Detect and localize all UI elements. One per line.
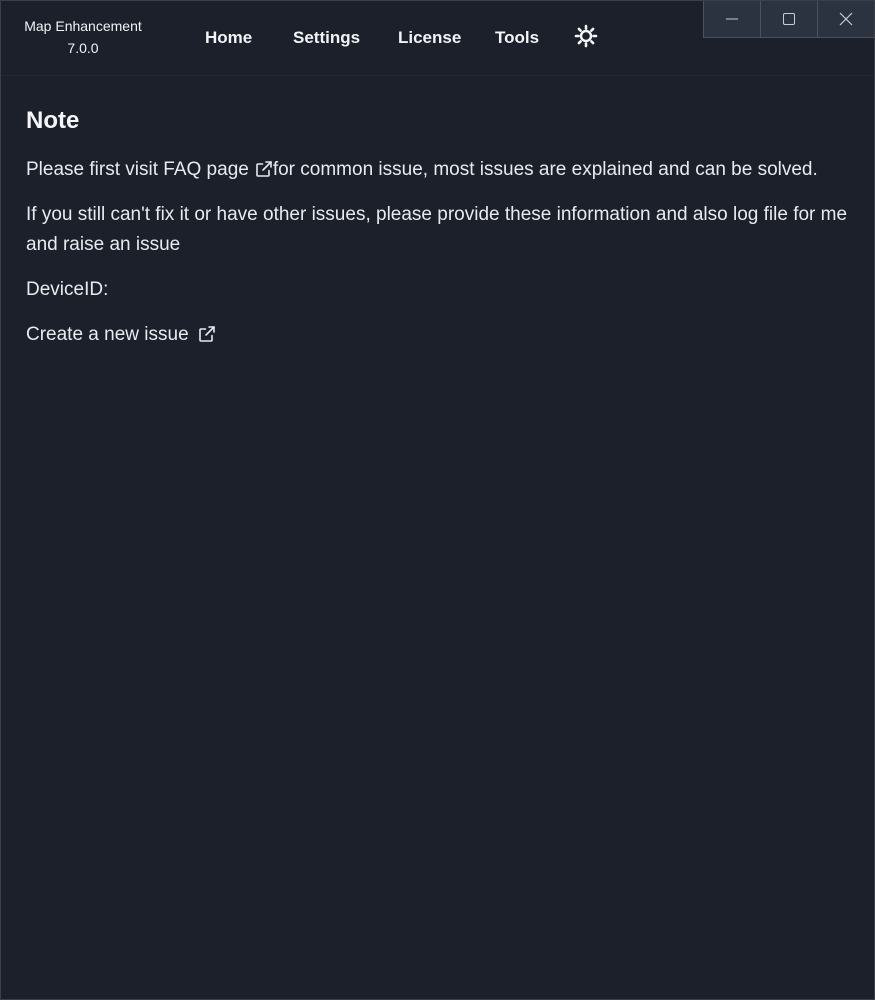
device-id-label: DeviceID: (26, 279, 109, 300)
external-link-icon[interactable] (198, 325, 216, 343)
app-window: Map Enhancement 7.0.0 Home Settings Lice… (0, 0, 875, 1000)
minimize-button[interactable] (704, 1, 761, 37)
close-button[interactable] (818, 1, 874, 37)
faq-link[interactable]: FAQ page (163, 159, 249, 180)
close-icon (839, 12, 853, 26)
app-brand: Map Enhancement 7.0.0 (1, 15, 165, 59)
faq-paragraph: Please first visit FAQ page for common is… (26, 155, 866, 185)
nav-tools[interactable]: Tools (495, 27, 539, 49)
app-version: 7.0.0 (67, 40, 99, 56)
main-content: Note Please first visit FAQ page for comm… (26, 105, 856, 345)
maximize-icon (783, 13, 795, 25)
new-issue-link[interactable]: Create a new issue (26, 324, 189, 345)
new-issue-row: Create a new issue (26, 320, 216, 350)
faq-prefix-text: Please first visit (26, 159, 164, 180)
nav-license[interactable]: License (398, 27, 461, 49)
page-title: Note (26, 107, 80, 134)
theme-toggle-button[interactable] (574, 24, 598, 48)
window-controls (703, 1, 874, 38)
app-name: Map Enhancement (24, 18, 142, 34)
faq-suffix-text: for common issue, most issues are explai… (272, 159, 818, 180)
nav-home[interactable]: Home (205, 27, 252, 49)
sun-icon (574, 24, 598, 48)
info-paragraph: If you still can't fix it or have other … (26, 204, 848, 255)
header-bar: Map Enhancement 7.0.0 Home Settings Lice… (1, 1, 874, 76)
device-id-row: DeviceID: (26, 275, 108, 305)
nav-settings[interactable]: Settings (293, 27, 360, 49)
minimize-icon (726, 18, 738, 20)
maximize-button[interactable] (761, 1, 818, 37)
external-link-icon[interactable] (255, 160, 273, 178)
